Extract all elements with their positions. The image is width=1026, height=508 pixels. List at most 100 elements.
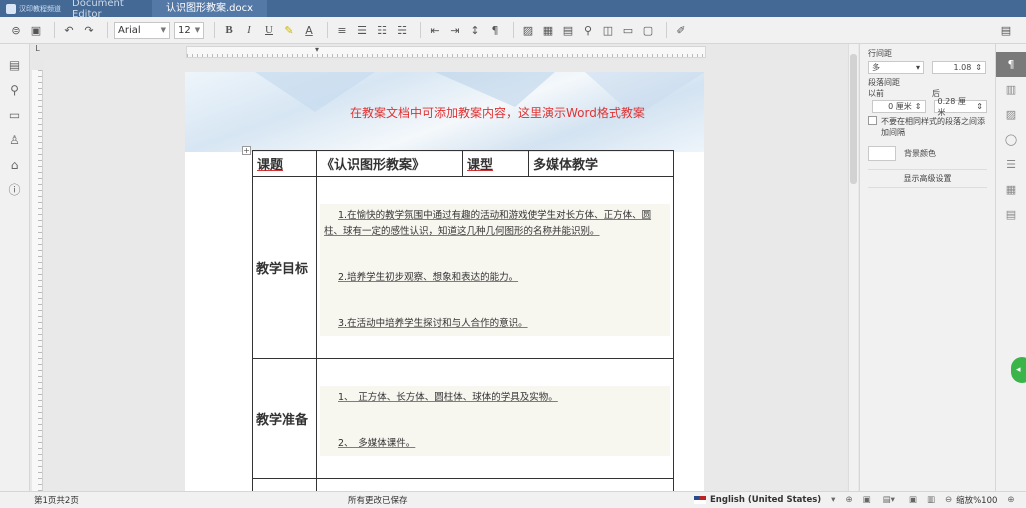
table-row [252, 478, 674, 491]
logo-icon [6, 3, 16, 14]
save-icon[interactable]: ▣ [28, 21, 44, 39]
font-name-select[interactable]: Arial ▼ [114, 21, 170, 39]
table-move-handle[interactable]: + [242, 146, 251, 155]
table-cell[interactable]: 教学准备 [252, 358, 317, 479]
decrease-indent-icon[interactable]: ⇤ [427, 21, 443, 39]
format-painter-icon[interactable]: ✐ [673, 21, 689, 39]
file-icon[interactable]: ▤ [0, 52, 29, 77]
insert-chart-icon[interactable]: ▤ [560, 21, 576, 39]
italic-button[interactable]: I [241, 21, 257, 39]
shape-icon[interactable]: ◫ [600, 21, 616, 39]
multilevel-list-icon[interactable]: ☵ [394, 21, 410, 39]
spin-icon[interactable]: ⇕ [915, 102, 922, 111]
table-cell[interactable] [252, 478, 317, 491]
track-changes-icon[interactable]: ▤▾ [883, 495, 895, 505]
textart-settings-icon[interactable]: ▤ [996, 202, 1026, 227]
no-spacing-checkbox[interactable] [868, 116, 877, 125]
table-cell[interactable]: 课型 [462, 150, 529, 177]
show-advanced-settings-link[interactable]: 显示高级设置 [868, 169, 987, 188]
header-settings-icon[interactable]: ☰ [996, 152, 1026, 177]
table-cell[interactable]: 1.在愉快的教学氛围中通过有趣的活动和游戏使学生对长方体、正方体、圆柱、球有一定… [316, 176, 674, 359]
highlight-icon[interactable]: ✎ [281, 21, 297, 39]
insert-image-icon[interactable]: ▨ [520, 21, 536, 39]
line-spacing-mode-select[interactable]: 多 ▾ [868, 61, 924, 74]
increase-indent-icon[interactable]: ⇥ [447, 21, 463, 39]
spacing-before-input[interactable]: 0 厘米 ⇕ [872, 100, 926, 113]
table-cell[interactable]: 教学目标 [252, 176, 317, 359]
table-cell[interactable]: 《认识图形教案》 [316, 150, 463, 177]
table-cell[interactable]: 课题 [252, 150, 317, 177]
fit-width-icon[interactable]: ▥ [927, 495, 935, 505]
before-label: 以前 [868, 89, 884, 98]
user-icon[interactable]: ♙ [0, 127, 29, 152]
header-footer-icon[interactable]: ▭ [620, 21, 636, 39]
menu-icon[interactable]: ▤ [998, 21, 1014, 39]
bullet-list-icon[interactable]: ☰ [354, 21, 370, 39]
page-banner: 在教案文档中可添加教案内容，这里演示Word格式教案 [185, 72, 704, 152]
line-spacing-input[interactable]: 1.08 ⇕ [932, 61, 986, 74]
scrollbar-thumb[interactable] [850, 54, 857, 184]
print-icon[interactable]: ⊜ [8, 21, 24, 39]
vertical-ruler[interactable] [32, 70, 43, 491]
zoom-level: 缩放%100 [956, 496, 998, 506]
document-page[interactable]: 在教案文档中可添加教案内容，这里演示Word格式教案 + 课题 《认识图形教案》… [185, 72, 704, 491]
redo-icon[interactable]: ↷ [81, 21, 97, 39]
search-icon[interactable]: ⚲ [0, 77, 29, 102]
info-icon[interactable]: ⓘ [0, 177, 29, 202]
font-size-select[interactable]: 12 ▼ [174, 21, 204, 39]
right-sidebar: ¶ ▥ ▨ ◯ ☰ ▦ ▤ [995, 44, 1026, 491]
link-icon[interactable]: ⚲ [580, 21, 596, 39]
line-spacing-label: 行间距 [868, 49, 892, 58]
ruler-corner: L [35, 44, 40, 53]
background-color-label: 背景颜色 [904, 149, 936, 158]
left-sidebar: ▤ ⚲ ▭ ♙ ⌂ ⓘ [0, 44, 30, 491]
underline-button[interactable]: U [261, 21, 277, 39]
table-cell[interactable] [316, 478, 674, 491]
font-color-icon[interactable]: A [301, 21, 317, 39]
indent-marker[interactable]: ▾ [315, 45, 319, 54]
table-settings-icon[interactable]: ▥ [996, 77, 1026, 102]
shape-settings-icon[interactable]: ◯ [996, 127, 1026, 152]
table-row: 课题 《认识图形教案》 课型 多媒体教学 [252, 150, 674, 177]
no-spacing-label: 不要在相同样式的段落之间添加间隔 [881, 117, 985, 137]
save-status: 所有更改已保存 [348, 496, 408, 506]
zoom-out-icon[interactable]: ⊖ [945, 495, 952, 505]
app-logo: 汉印教程频道 [0, 3, 72, 14]
page-count: 第1页共2页 [34, 496, 79, 506]
lesson-table[interactable]: 课题 《认识图形教案》 课型 多媒体教学 教学目标 1.在愉快的教学氛围中通过有… [252, 150, 674, 491]
chart-settings-icon[interactable]: ▦ [996, 177, 1026, 202]
paragraph-settings-icon[interactable]: ¶ [996, 52, 1026, 77]
line-spacing-icon[interactable]: ↕ [467, 21, 483, 39]
language-select[interactable]: English (United States) [710, 495, 821, 505]
table-row: 教学目标 1.在愉快的教学氛围中通过有趣的活动和游戏使学生对长方体、正方体、圆柱… [252, 176, 674, 359]
spacing-after-input[interactable]: 0.28 厘米 ⇕ [933, 97, 987, 117]
plugin-icon[interactable]: ⌂ [0, 152, 29, 177]
align-icon[interactable]: ≡ [334, 21, 350, 39]
number-list-icon[interactable]: ☷ [374, 21, 390, 39]
page-layout-icon[interactable]: ▢ [640, 21, 656, 39]
table-cell[interactable]: 1、 正方体、长方体、圆柱体、球体的学具及实物。 2、 多媒体课件。 [316, 358, 674, 479]
insert-table-icon[interactable]: ▦ [540, 21, 556, 39]
zoom-in-icon[interactable]: ⊕ [1007, 495, 1014, 505]
globe-icon[interactable]: ⊕ [845, 495, 852, 505]
paragraph-settings-panel: 行间距 多 ▾ 1.08 ⇕ 段落间距 以前 后 0 厘米 ⇕ 0.28 厘米 ⇕ 不要… [859, 44, 995, 491]
bold-button[interactable]: B [221, 21, 237, 39]
toolbar: ⊜ ▣ ↶ ↷ Arial ▼ 12 ▼ B I U ✎ A ≡ ☰ ☷ ☵ ⇤ ⇥… [0, 17, 1026, 44]
image-settings-icon[interactable]: ▨ [996, 102, 1026, 127]
spellcheck-icon[interactable]: ▣ [863, 495, 871, 505]
spin-icon[interactable]: ⇕ [976, 102, 983, 111]
chat-float-icon[interactable]: ◂ [1011, 357, 1026, 383]
spin-icon[interactable]: ⇕ [975, 63, 982, 72]
background-color-picker[interactable] [868, 146, 896, 161]
paragraph-mark-icon[interactable]: ¶ [487, 21, 503, 39]
table-cell[interactable]: 多媒体教学 [528, 150, 674, 177]
vertical-scrollbar[interactable] [848, 44, 858, 491]
document-tab[interactable]: 认识图形教案.docx [152, 0, 268, 17]
horizontal-ruler[interactable]: ▾ [186, 45, 706, 58]
undo-icon[interactable]: ↶ [61, 21, 77, 39]
chevron-down-icon: ▾ [915, 63, 920, 72]
comment-icon[interactable]: ▭ [0, 102, 29, 127]
logo-text: 汉印教程频道 [19, 4, 61, 13]
chevron-down-icon: ▼ [160, 26, 166, 34]
fit-page-icon[interactable]: ▣ [909, 495, 917, 505]
